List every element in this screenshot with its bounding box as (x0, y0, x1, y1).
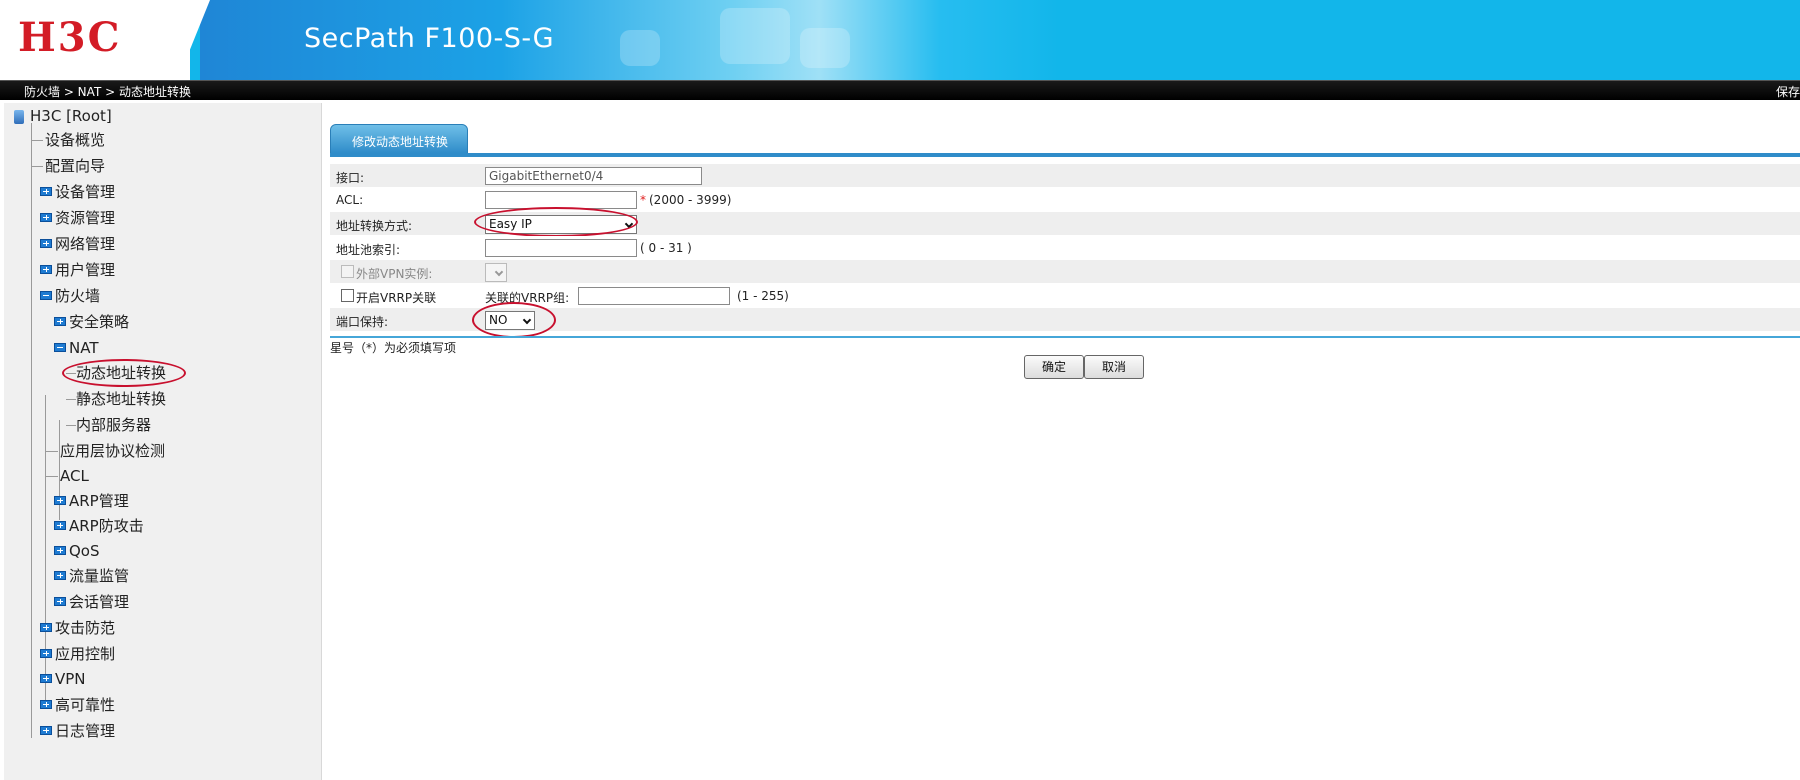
sidebar-item-acl[interactable]: ACL (60, 466, 89, 486)
tab-label: 修改动态地址转换 (352, 135, 449, 149)
sidebar-item-alg[interactable]: 应用层协议检测 (60, 441, 165, 461)
expand-icon[interactable] (40, 213, 52, 222)
sidebar-item-wizard[interactable]: 配置向导 (45, 156, 105, 176)
sidebar-item-app-control[interactable]: 应用控制 (40, 644, 115, 664)
pool-range-hint: ( 0 - 31 ) (640, 241, 692, 255)
sidebar-item-user-mgmt[interactable]: 用户管理 (40, 260, 115, 280)
sidebar-item-internal-server[interactable]: 内部服务器 (76, 415, 151, 435)
chevron-down-icon (494, 267, 504, 277)
header-decoration (800, 28, 850, 68)
h3c-logo: H3C (18, 14, 122, 61)
sidebar-item-attack-defense[interactable]: 攻击防范 (40, 618, 115, 638)
expand-icon[interactable] (40, 187, 52, 196)
sidebar-item-log-mgmt[interactable]: 日志管理 (40, 721, 115, 741)
form-row-interface: 接口: GigabitEthernet0/4 (330, 164, 1800, 188)
sidebar-item-device-mgmt[interactable]: 设备管理 (40, 182, 115, 202)
sidebar-item-nat[interactable]: NAT (54, 338, 98, 358)
highlight-annotation (474, 207, 638, 237)
tab-edit-dynamic-nat[interactable]: 修改动态地址转换 (330, 124, 468, 154)
sidebar-tree: H3C [Root] 设备概览 配置向导 设备管理 资源管理 网络管理 用户管理… (4, 103, 322, 780)
breadcrumb: 防火墙 > NAT > 动态地址转换 (24, 85, 191, 99)
header-decoration (620, 30, 660, 66)
expand-icon[interactable] (40, 700, 52, 709)
form-divider (330, 336, 1800, 338)
expand-icon[interactable] (40, 265, 52, 274)
vpn-select[interactable] (485, 263, 507, 282)
sidebar-item-vpn[interactable]: VPN (40, 669, 86, 689)
vrrp-group-input[interactable] (578, 287, 730, 305)
save-link[interactable]: 保存 (1776, 83, 1800, 100)
form-row-vpn: 外部VPN实例: (330, 260, 1800, 284)
device-icon (14, 109, 24, 124)
required-star: * (640, 193, 646, 207)
expand-icon[interactable] (54, 571, 66, 580)
pool-index-input[interactable] (485, 239, 637, 257)
vrrp-label: 开启VRRP关联 (356, 291, 437, 305)
highlight-annotation (472, 302, 556, 338)
pool-label: 地址池索引: (336, 243, 401, 257)
form-row-pool: 地址池索引: ( 0 - 31 ) (330, 236, 1800, 260)
expand-icon[interactable] (54, 317, 66, 326)
header-banner: H3C SecPath F100-S-G (0, 0, 1800, 80)
vrrp-checkbox[interactable] (341, 289, 354, 302)
highlight-annotation (62, 359, 186, 387)
collapse-icon[interactable] (54, 343, 66, 352)
acl-range-hint: (2000 - 3999) (649, 193, 732, 207)
sidebar-item-firewall[interactable]: 防火墙 (40, 286, 100, 306)
expand-icon[interactable] (40, 239, 52, 248)
sidebar-item-static-nat[interactable]: 静态地址转换 (76, 389, 166, 409)
sidebar-item-session[interactable]: 会话管理 (54, 592, 129, 612)
expand-icon[interactable] (40, 674, 52, 683)
port-label: 端口保持: (336, 315, 389, 329)
sidebar-item-security-policy[interactable]: 安全策略 (54, 312, 129, 332)
mode-label: 地址转换方式: (336, 219, 413, 233)
expand-icon[interactable] (54, 546, 66, 555)
header-decoration (720, 8, 790, 64)
main-panel: 修改动态地址转换 接口: GigabitEthernet0/4 ACL: * (… (330, 103, 1800, 780)
required-note: 星号（*）为必须填写项 (330, 341, 457, 355)
cancel-button[interactable]: 取消 (1084, 355, 1144, 379)
sidebar-item-overview[interactable]: 设备概览 (45, 130, 105, 150)
tree-guide-line (31, 123, 32, 738)
expand-icon[interactable] (54, 496, 66, 505)
interface-field: GigabitEthernet0/4 (485, 167, 702, 185)
expand-icon[interactable] (40, 623, 52, 632)
sidebar-item-ha[interactable]: 高可靠性 (40, 695, 115, 715)
form-row-vrrp: 开启VRRP关联 关联的VRRP组: (1 - 255) (330, 284, 1800, 308)
sidebar-item-resource-mgmt[interactable]: 资源管理 (40, 208, 115, 228)
tree-root[interactable]: H3C [Root] (14, 106, 112, 126)
interface-label: 接口: (336, 171, 365, 185)
sidebar-item-qos[interactable]: QoS (54, 541, 100, 561)
expand-icon[interactable] (54, 521, 66, 530)
breadcrumb-bar: 防火墙 > NAT > 动态地址转换 保存 (0, 80, 1800, 100)
sidebar-item-network-mgmt[interactable]: 网络管理 (40, 234, 115, 254)
vpn-label: 外部VPN实例: (356, 267, 433, 281)
ok-button[interactable]: 确定 (1024, 355, 1084, 379)
acl-label: ACL: (336, 193, 364, 207)
vpn-checkbox[interactable] (341, 265, 354, 278)
sidebar-item-traffic[interactable]: 流量监管 (54, 566, 129, 586)
sidebar-item-arp-attack[interactable]: ARP防攻击 (54, 516, 144, 536)
expand-icon[interactable] (54, 597, 66, 606)
tab-underline (330, 153, 1800, 157)
sidebar-item-arp-mgmt[interactable]: ARP管理 (54, 491, 129, 511)
expand-icon[interactable] (40, 726, 52, 735)
form-row-mode: 地址转换方式: Easy IP (330, 207, 1800, 237)
product-title: SecPath F100-S-G (304, 23, 555, 54)
vrrp-range-hint: (1 - 255) (737, 289, 789, 303)
collapse-icon[interactable] (40, 291, 52, 300)
expand-icon[interactable] (40, 649, 52, 658)
form-row-port: 端口保持: NO (330, 302, 1800, 338)
